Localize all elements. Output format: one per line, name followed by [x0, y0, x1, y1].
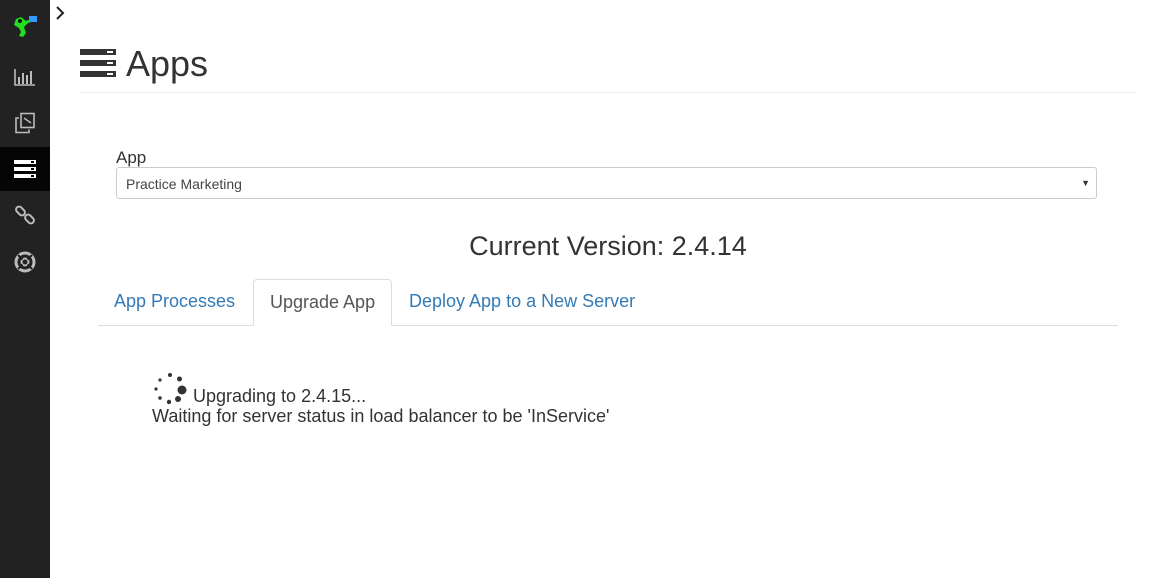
current-version: Current Version: 2.4.14 [469, 231, 747, 261]
sidebar [0, 0, 50, 578]
tab-bar: App Processes Upgrade App Deploy App to … [98, 279, 1118, 326]
app-select-value: Practice Marketing [126, 176, 242, 192]
app-select[interactable]: Practice Marketing ▼ [116, 167, 1097, 199]
page-title: Apps [126, 43, 209, 84]
server-icon [80, 49, 116, 82]
copy-icon [14, 112, 36, 134]
chevron-right-icon [55, 5, 65, 26]
sidebar-item-charts[interactable] [0, 55, 50, 99]
tab-app-processes[interactable]: App Processes [98, 279, 251, 325]
server-icon [14, 160, 36, 178]
upgrade-status-detail: Waiting for server status in load balanc… [152, 406, 610, 426]
link-icon [14, 204, 36, 226]
sidebar-item-home[interactable] [0, 4, 50, 48]
tab-deploy-app[interactable]: Deploy App to a New Server [393, 279, 651, 325]
page-header: Apps [80, 40, 1135, 93]
upgrade-status-text: Upgrading to 2.4.15... [193, 386, 367, 406]
sidebar-toggle-button[interactable] [53, 5, 67, 25]
sidebar-item-apps[interactable] [0, 147, 50, 191]
sidebar-item-copies[interactable] [0, 101, 50, 145]
bar-chart-icon [14, 68, 36, 86]
app-select-label: App [116, 148, 147, 167]
logo-icon [11, 13, 39, 39]
tab-upgrade-app[interactable]: Upgrade App [253, 279, 393, 326]
caret-down-icon: ▼ [1081, 178, 1090, 188]
